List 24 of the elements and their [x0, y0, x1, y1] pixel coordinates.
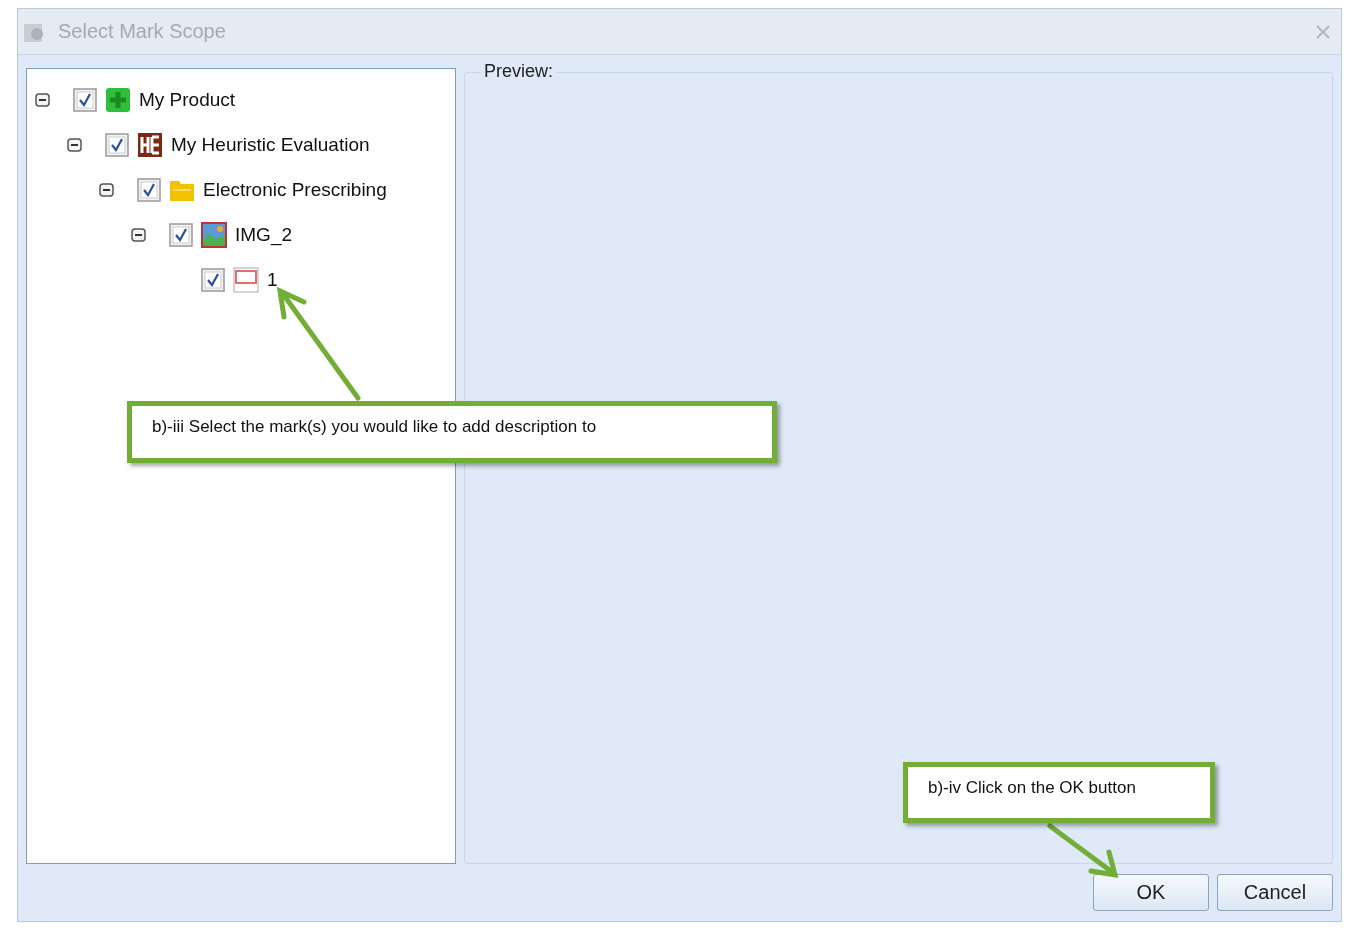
ok-button[interactable]: OK: [1093, 874, 1209, 912]
image-icon: [201, 221, 227, 248]
tree-item-label[interactable]: Electronic Prescribing: [203, 178, 387, 201]
collapse-icon[interactable]: [67, 136, 83, 153]
collapse-icon[interactable]: [35, 91, 51, 108]
tree-item-label[interactable]: My Product: [139, 88, 236, 111]
collapse-icon[interactable]: [99, 181, 115, 198]
plus-icon: [105, 86, 131, 113]
checkbox[interactable]: [201, 267, 225, 292]
callout-note: b)-iii Select the mark(s) you would like to add description to: [127, 401, 777, 463]
callout-arrow: [1047, 823, 1119, 879]
tree-item-label[interactable]: 1: [267, 268, 278, 291]
checkbox[interactable]: [73, 87, 97, 112]
checkbox[interactable]: [105, 132, 129, 157]
checkbox[interactable]: [137, 177, 161, 202]
tree-item-label[interactable]: IMG_2: [235, 223, 293, 246]
checkbox[interactable]: [169, 222, 193, 247]
collapse-icon[interactable]: [131, 226, 147, 243]
cancel-button[interactable]: Cancel: [1217, 874, 1333, 912]
evaluation-icon: [137, 131, 163, 158]
callout-note: b)-iv Click on the OK button: [903, 762, 1215, 823]
window-title: Select Mark Scope: [58, 20, 227, 44]
tree-item-label[interactable]: My Heuristic Evaluation: [171, 133, 370, 156]
rectangle-mark-icon: [233, 266, 259, 293]
